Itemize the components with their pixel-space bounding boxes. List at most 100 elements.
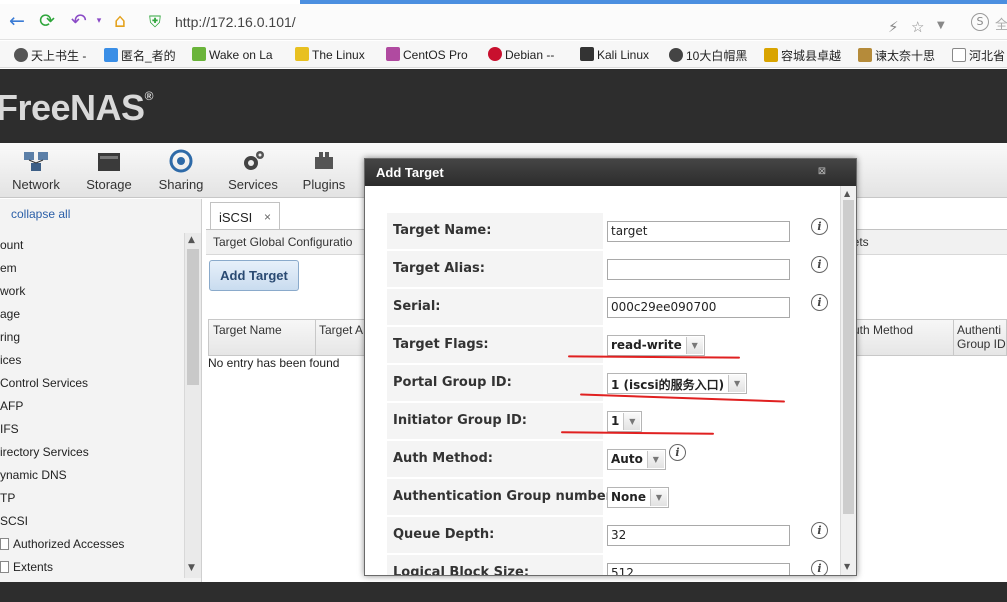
tree-item[interactable]: age (0, 307, 20, 327)
dropdown-icon[interactable]: ▼ (937, 20, 945, 31)
form-row-target-alias: Target Alias: i (387, 251, 828, 287)
tree-item-cifs[interactable]: IFS (0, 422, 19, 442)
target-flags-select[interactable]: read-write ▼ (607, 335, 705, 356)
star-icon[interactable]: ☆ (911, 18, 924, 36)
bookmarks-bar: 天上书生 - 匿名_者的 Wake on La The Linux CentOS… (0, 41, 1007, 68)
undo-menu-icon[interactable]: ▾ (88, 10, 110, 32)
chevron-down-icon[interactable]: ▼ (685, 337, 703, 354)
collapse-all-link[interactable]: collapse all (11, 207, 70, 221)
info-icon[interactable]: i (811, 218, 828, 235)
back-arrow-icon[interactable]: ← (6, 10, 28, 32)
undo-icon[interactable]: ↶ (68, 10, 90, 32)
tree-item[interactable]: em (0, 261, 17, 281)
toolbar-network[interactable]: Network (10, 149, 62, 192)
navigation-tree: collapse all ount em work age ring ices … (0, 199, 202, 582)
form-row-logical-block-size: Logical Block Size: 512 i (387, 555, 828, 575)
serial-input[interactable]: 000c29ee090700 (607, 297, 790, 318)
tree-item[interactable]: work (0, 284, 25, 304)
bookmark-item[interactable]: 10大白帽黑 (669, 47, 747, 63)
bookmark-item[interactable]: Kali Linux (580, 47, 649, 63)
tree-item[interactable]: ices (0, 353, 21, 373)
info-icon[interactable]: i (669, 444, 686, 461)
tree-item-ftp[interactable]: TP (0, 491, 15, 511)
tree-item-dynamic-dns[interactable]: ynamic DNS (0, 468, 67, 488)
bookmark-item[interactable]: Wake on La (192, 47, 273, 63)
bookmark-favicon-icon (858, 48, 872, 62)
toolbar-sharing[interactable]: Sharing (155, 149, 207, 192)
tree-item[interactable]: ring (0, 330, 20, 350)
scrollbar-thumb[interactable] (843, 200, 854, 514)
chevron-down-icon[interactable]: ▼ (728, 375, 746, 392)
auth-group-select[interactable]: None ▼ (607, 487, 669, 508)
bookmark-item[interactable]: 天上书生 - (14, 47, 86, 63)
address-bar[interactable]: ⛨ http://172.16.0.101/ ⚡ ☆ ▼ (143, 10, 963, 37)
scroll-up-icon[interactable]: ▲ (188, 235, 195, 245)
tree-item-control-services[interactable]: Control Services (0, 376, 88, 396)
chevron-down-icon[interactable]: ▼ (646, 451, 664, 468)
tree-item-extents[interactable]: Extents (0, 560, 53, 580)
centos-icon (386, 47, 400, 61)
storage-icon (98, 153, 120, 171)
tree-item[interactable]: ount (0, 238, 23, 258)
info-icon[interactable]: i (811, 522, 828, 539)
bookmark-favicon-icon (104, 48, 118, 62)
column-auth-group-id[interactable]: Authenti Group ID (957, 323, 1006, 351)
refresh-icon[interactable]: ⟳ (36, 10, 58, 32)
scroll-down-icon[interactable]: ▼ (844, 562, 850, 571)
bookmark-item[interactable]: CentOS Pro (386, 47, 468, 63)
column-auth-method[interactable]: uth Method (853, 323, 913, 337)
services-gear-icon (244, 151, 264, 170)
chevron-down-icon[interactable]: ▼ (649, 489, 667, 506)
subtab-target-global-config[interactable]: Target Global Configuratio (213, 235, 352, 249)
bookmark-item[interactable]: 谏太奈十思 (858, 47, 935, 63)
logical-block-size-input[interactable]: 512 (607, 563, 790, 575)
tree-item-iscsi[interactable]: SCSI (0, 514, 28, 534)
bookmark-item[interactable]: Debian -- (488, 47, 554, 63)
field-label: Target Flags: (387, 327, 603, 363)
toolbar-services[interactable]: Services (226, 149, 280, 192)
debian-icon (488, 47, 502, 61)
app-header: FreeNAS® (0, 69, 1007, 143)
bookmark-item[interactable]: 河北省 (952, 47, 1005, 63)
bookmark-item[interactable]: 匿名_者的 (104, 47, 176, 63)
url-text[interactable]: http://172.16.0.101/ (175, 14, 296, 30)
info-icon[interactable]: i (811, 560, 828, 575)
bookmark-item[interactable]: The Linux (295, 47, 365, 63)
toolbar-plugins[interactable]: Plugins (300, 149, 348, 192)
home-icon[interactable]: ⌂ (109, 10, 131, 32)
tree-scrollbar[interactable]: ▲ ▼ (184, 233, 201, 578)
add-target-dialog: Add Target ⊠ Target Name: target i Targe… (364, 158, 857, 576)
portal-group-select[interactable]: 1 (iscsi的服务入口) ▼ (607, 373, 748, 394)
dialog-scrollbar[interactable]: ▲ ▼ (840, 186, 856, 575)
search-engine-icon[interactable]: S (971, 13, 989, 31)
form-row-auth-group-number: Authentication Group number: None ▼ (387, 479, 807, 515)
column-target-name[interactable]: Target Name (213, 323, 282, 337)
target-alias-input[interactable] (607, 259, 790, 280)
bookmark-item[interactable]: 容城县卓越 (764, 47, 841, 63)
close-tab-icon[interactable]: × (264, 210, 271, 224)
add-target-button[interactable]: Add Target (209, 260, 299, 291)
field-label: Serial: (387, 289, 603, 325)
tab-iscsi[interactable]: iSCSI × (210, 202, 280, 229)
tree-item-afp[interactable]: AFP (0, 399, 23, 419)
bookmark-favicon-icon (764, 48, 778, 62)
queue-depth-input[interactable]: 32 (607, 525, 790, 546)
initiator-group-select[interactable]: 1 ▼ (607, 411, 643, 432)
target-name-input[interactable]: target (607, 221, 790, 242)
info-icon[interactable]: i (811, 294, 828, 311)
bookmark-favicon-icon (192, 47, 206, 61)
scroll-down-icon[interactable]: ▼ (188, 563, 195, 573)
info-icon[interactable]: i (811, 256, 828, 273)
dialog-close-icon[interactable]: ⊠ (816, 166, 828, 178)
auth-method-select[interactable]: Auto ▼ (607, 449, 666, 470)
footer-bar (0, 582, 1007, 602)
chevron-down-icon[interactable]: ▼ (623, 413, 641, 430)
toolbar-storage[interactable]: Storage (84, 149, 134, 192)
tree-item-authorized-accesses[interactable]: Authorized Accesses (0, 537, 124, 557)
scroll-up-icon[interactable]: ▲ (844, 189, 850, 198)
lightning-icon[interactable]: ⚡ (888, 18, 899, 36)
column-target-alias[interactable]: Target A (319, 323, 363, 337)
scrollbar-thumb[interactable] (187, 249, 199, 385)
field-label: Initiator Group ID: (387, 403, 603, 439)
tree-item-directory-services[interactable]: irectory Services (0, 445, 89, 465)
